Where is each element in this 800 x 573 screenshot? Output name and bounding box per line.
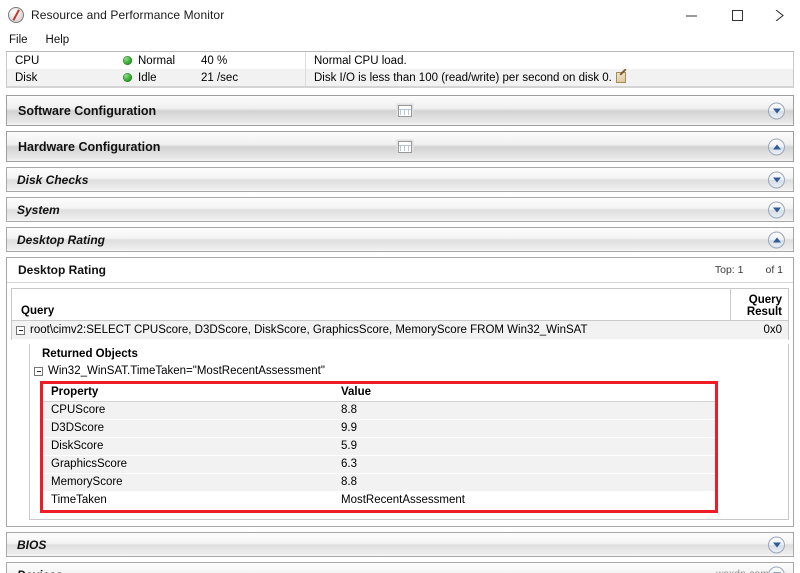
window-titlebar: Resource and Performance Monitor [0,0,800,30]
status-description: Disk I/O is less than 100 (read/write) p… [305,69,793,86]
section-title: System [17,202,60,217]
close-button[interactable] [760,0,800,30]
section-title: BIOS [17,537,47,552]
menu-item-help[interactable]: Help [46,34,70,46]
property-value-table: Property Value CPUScore 8.8 D3DScore 9.9 [43,384,715,510]
query-table-header: Query Query Result [12,289,788,321]
property-value-highlight-box: Property Value CPUScore 8.8 D3DScore 9.9 [40,381,718,513]
property-name: DiskScore [43,437,333,456]
page-title: Desktop Rating [18,263,107,277]
property-value: 8.8 [333,401,715,420]
top-count-label: Top: 1 [714,264,744,276]
property-value: 9.9 [333,419,715,438]
property-value: 8.8 [333,473,715,492]
table-grid-icon [398,104,412,117]
table-row[interactable]: MemoryScore 8.8 [43,473,715,492]
menu-item-file[interactable]: File [9,34,28,46]
returned-object-row[interactable]: Win32_WinSAT.TimeTaken="MostRecentAssess… [30,363,788,379]
property-name: D3DScore [43,419,333,438]
main-content: CPU Normal 40 % Normal CPU load. Disk Id… [0,51,800,573]
collapse-minus-icon[interactable] [34,366,43,376]
chevron-down-icon[interactable] [768,536,785,553]
query-table: Query Query Result root\cimv2:SELECT CPU… [11,288,789,340]
chevron-down-icon[interactable] [768,102,785,119]
query-text: root\cimv2:SELECT CPUScore, D3DScore, Di… [30,324,588,336]
table-row[interactable]: TimeTaken MostRecentAssessment [43,491,715,510]
property-name: GraphicsScore [43,455,333,474]
returned-objects-panel: Returned Objects Win32_WinSAT.TimeTaken=… [29,344,789,520]
table-row[interactable]: GraphicsScore 6.3 [43,455,715,474]
column-header-query-result-line1: Query [748,294,782,306]
status-description: Normal CPU load. [305,52,793,69]
section-title: Disk Checks [17,172,89,187]
minimize-button[interactable] [668,0,714,30]
status-name: Disk [15,71,38,84]
table-header-row: Property Value [43,384,715,402]
returned-objects-title: Returned Objects [42,348,138,360]
property-value: 6.3 [333,455,715,474]
section-header-disk-checks[interactable]: Disk Checks [6,167,794,192]
chevron-down-icon[interactable] [768,566,785,573]
table-row[interactable]: root\cimv2:SELECT CPUScore, D3DScore, Di… [12,321,788,340]
section-title: Hardware Configuration [18,139,161,154]
watermark: wsxdn.com [716,569,769,573]
window-controls [668,0,800,30]
table-grid-icon [398,140,412,153]
resource-status-panel: CPU Normal 40 % Normal CPU load. Disk Id… [6,51,794,88]
detail-header: Desktop Rating Top: 1 of 1 [7,258,793,283]
status-name: CPU [15,54,40,67]
section-header-system[interactable]: System [6,197,794,222]
chevron-down-icon[interactable] [768,201,785,218]
column-header-query-result: Query Result [731,289,788,320]
chevron-up-icon[interactable] [768,231,785,248]
status-state-label: Idle [138,71,157,84]
section-title: Software Configuration [18,103,157,118]
table-row[interactable]: D3DScore 9.9 [43,419,715,438]
query-result-cell: 0x0 [763,324,782,336]
collapse-minus-icon[interactable] [16,325,25,335]
chevron-down-icon[interactable] [768,171,785,188]
status-description-text: Disk I/O is less than 100 (read/write) p… [314,71,612,84]
table-row[interactable]: CPU Normal 40 % Normal CPU load. [7,52,793,69]
section-header-hardware-configuration[interactable]: Hardware Configuration [6,131,794,162]
column-header-query: Query [12,289,731,320]
column-header-property: Property [43,384,333,402]
returned-object-label: Win32_WinSAT.TimeTaken="MostRecentAssess… [48,365,325,377]
column-header-query-result-line2: Result [746,306,782,318]
green-status-dot-icon [123,56,132,65]
table-row[interactable]: CPUScore 8.8 [43,401,715,420]
status-description-text: Normal CPU load. [314,54,407,67]
section-header-desktop-rating[interactable]: Desktop Rating [6,227,794,252]
note-edit-icon[interactable] [615,72,626,83]
menu-bar: File Help [0,30,800,50]
section-title: Desktop Rating [17,232,106,247]
window-title: Resource and Performance Monitor [31,7,225,22]
section-header-software-configuration[interactable]: Software Configuration [6,95,794,126]
property-name: MemoryScore [43,473,333,492]
table-row[interactable]: DiskScore 5.9 [43,437,715,456]
property-name: CPUScore [43,401,333,420]
status-state: Normal [115,55,193,67]
desktop-rating-detail-panel: Desktop Rating Top: 1 of 1 Query Query R… [6,257,794,527]
of-count-label: of 1 [765,264,783,276]
table-row[interactable]: Disk Idle 21 /sec Disk I/O is less than … [7,69,793,86]
chevron-up-icon[interactable] [768,138,785,155]
status-value: 21 /sec [201,71,239,84]
property-value: 5.9 [333,437,715,456]
property-value: MostRecentAssessment [333,491,715,510]
property-name: TimeTaken [43,491,333,510]
section-header-bios[interactable]: BIOS [6,532,794,557]
section-title: Devices [7,568,62,573]
status-value: 40 % [201,54,228,67]
section-header-devices[interactable]: Devices wsxdn.com [6,562,794,573]
performance-monitor-icon [8,6,24,23]
status-state: Idle [115,72,193,84]
query-cell: root\cimv2:SELECT CPUScore, D3DScore, Di… [12,324,731,336]
green-status-dot-icon [123,73,132,82]
detail-meta: Top: 1 of 1 [715,264,783,276]
column-header-value: Value [333,384,715,402]
status-state-label: Normal [138,54,176,67]
maximize-button[interactable] [714,0,760,30]
